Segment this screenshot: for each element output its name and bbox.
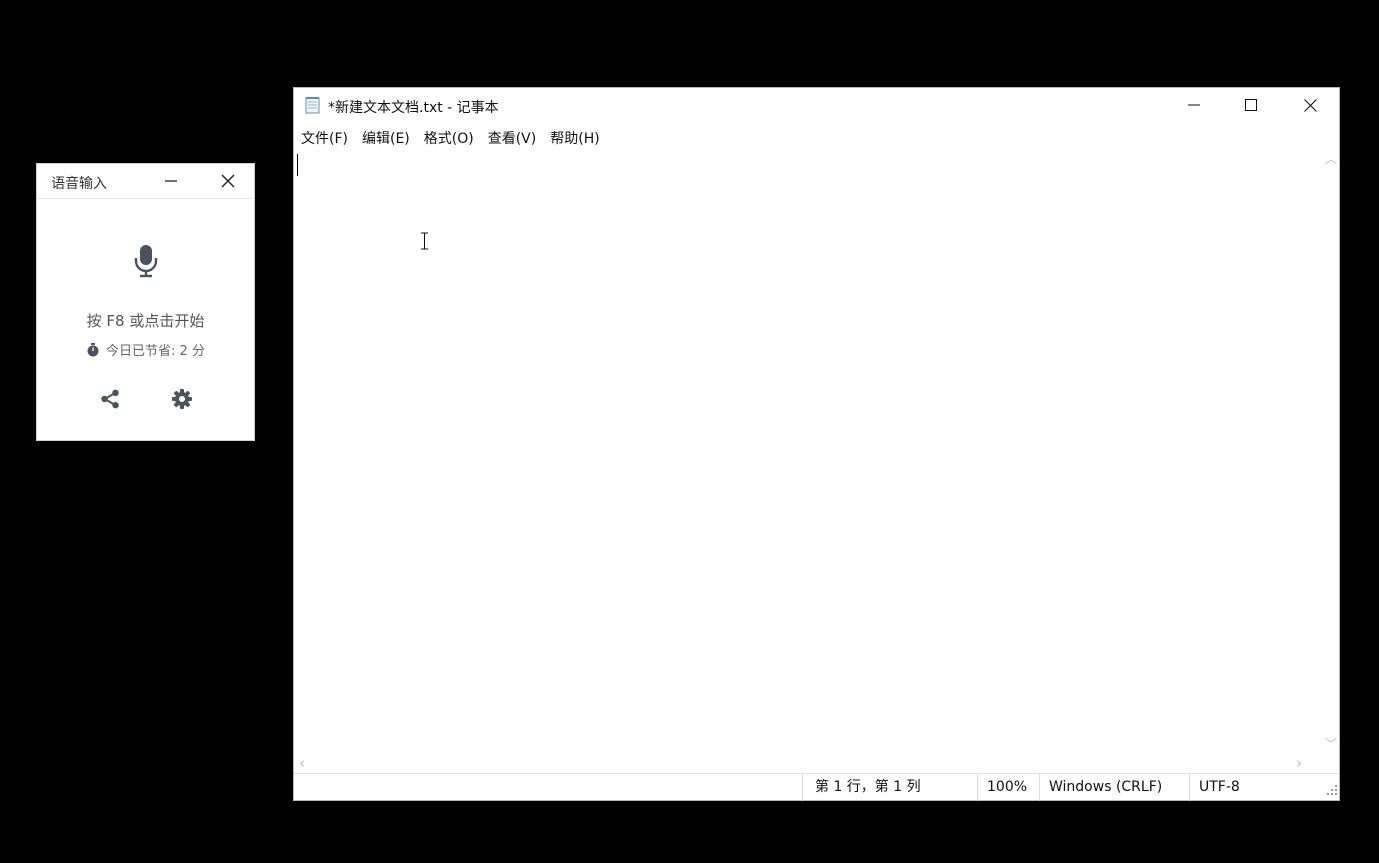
- notepad-window: *新建文本文档.txt - 记事本 文件(F) 编辑(E) 格式(O) 查看(V…: [293, 87, 1340, 801]
- share-button[interactable]: [99, 388, 121, 414]
- voice-minimize-button[interactable]: [157, 168, 185, 194]
- horizontal-scrollbar[interactable]: ‹ ›: [294, 752, 1326, 772]
- saved-time: 今日已节省: 2 分: [37, 340, 254, 359]
- text-editor[interactable]: [294, 150, 1326, 752]
- share-icon: [101, 389, 119, 409]
- zoom-level: 100%: [977, 774, 1039, 801]
- notepad-titlebar[interactable]: *新建文本文档.txt - 记事本: [294, 88, 1339, 122]
- gear-icon: [172, 389, 192, 409]
- menu-file[interactable]: 文件(F): [294, 124, 355, 150]
- minimize-button[interactable]: [1165, 88, 1223, 122]
- scroll-up-icon[interactable]: ︿: [1325, 150, 1337, 167]
- maximize-icon: [1245, 99, 1257, 111]
- menu-edit[interactable]: 编辑(E): [355, 124, 417, 150]
- close-icon: [1303, 98, 1317, 112]
- minimize-icon: [1188, 104, 1200, 106]
- notepad-title: *新建文本文档.txt - 记事本: [328, 100, 499, 116]
- maximize-button[interactable]: [1222, 88, 1280, 122]
- settings-button[interactable]: [171, 388, 193, 414]
- microphone-button[interactable]: [131, 244, 161, 282]
- close-icon: [221, 174, 235, 188]
- scroll-down-icon[interactable]: ﹀: [1325, 735, 1337, 752]
- status-bar: 第 1 行，第 1 列 100% Windows (CRLF) UTF-8: [294, 773, 1339, 801]
- line-ending: Windows (CRLF): [1039, 774, 1189, 801]
- menu-bar: 文件(F) 编辑(E) 格式(O) 查看(V) 帮助(H): [294, 124, 607, 150]
- close-button[interactable]: [1281, 88, 1339, 122]
- vertical-scrollbar[interactable]: ︿ ﹀: [1324, 150, 1339, 752]
- ibeam-cursor-icon: [420, 232, 429, 254]
- menu-view[interactable]: 查看(V): [481, 124, 544, 150]
- saved-time-label: 今日已节省: 2 分: [106, 344, 205, 359]
- notepad-app-icon: [304, 96, 322, 118]
- voice-title: 语音输入: [51, 176, 107, 192]
- voice-titlebar[interactable]: 语音输入: [37, 164, 254, 199]
- start-hint: 按 F8 或点击开始: [86, 312, 205, 330]
- voice-close-button[interactable]: [214, 168, 242, 194]
- resize-grip-icon[interactable]: [1327, 783, 1337, 799]
- scroll-left-icon[interactable]: ‹: [299, 754, 305, 772]
- text-caret: [297, 154, 298, 176]
- timer-icon: [87, 342, 99, 356]
- microphone-icon: [134, 245, 158, 278]
- scroll-right-icon[interactable]: ›: [1296, 754, 1302, 772]
- menu-help[interactable]: 帮助(H): [543, 124, 606, 150]
- cursor-position: 第 1 行，第 1 列: [802, 774, 977, 801]
- encoding: UTF-8: [1189, 774, 1339, 801]
- minimize-icon: [165, 180, 177, 182]
- voice-input-window: 语音输入 按 F8 或点击开始 今日已节省: 2 分: [36, 163, 255, 441]
- menu-format[interactable]: 格式(O): [417, 124, 481, 150]
